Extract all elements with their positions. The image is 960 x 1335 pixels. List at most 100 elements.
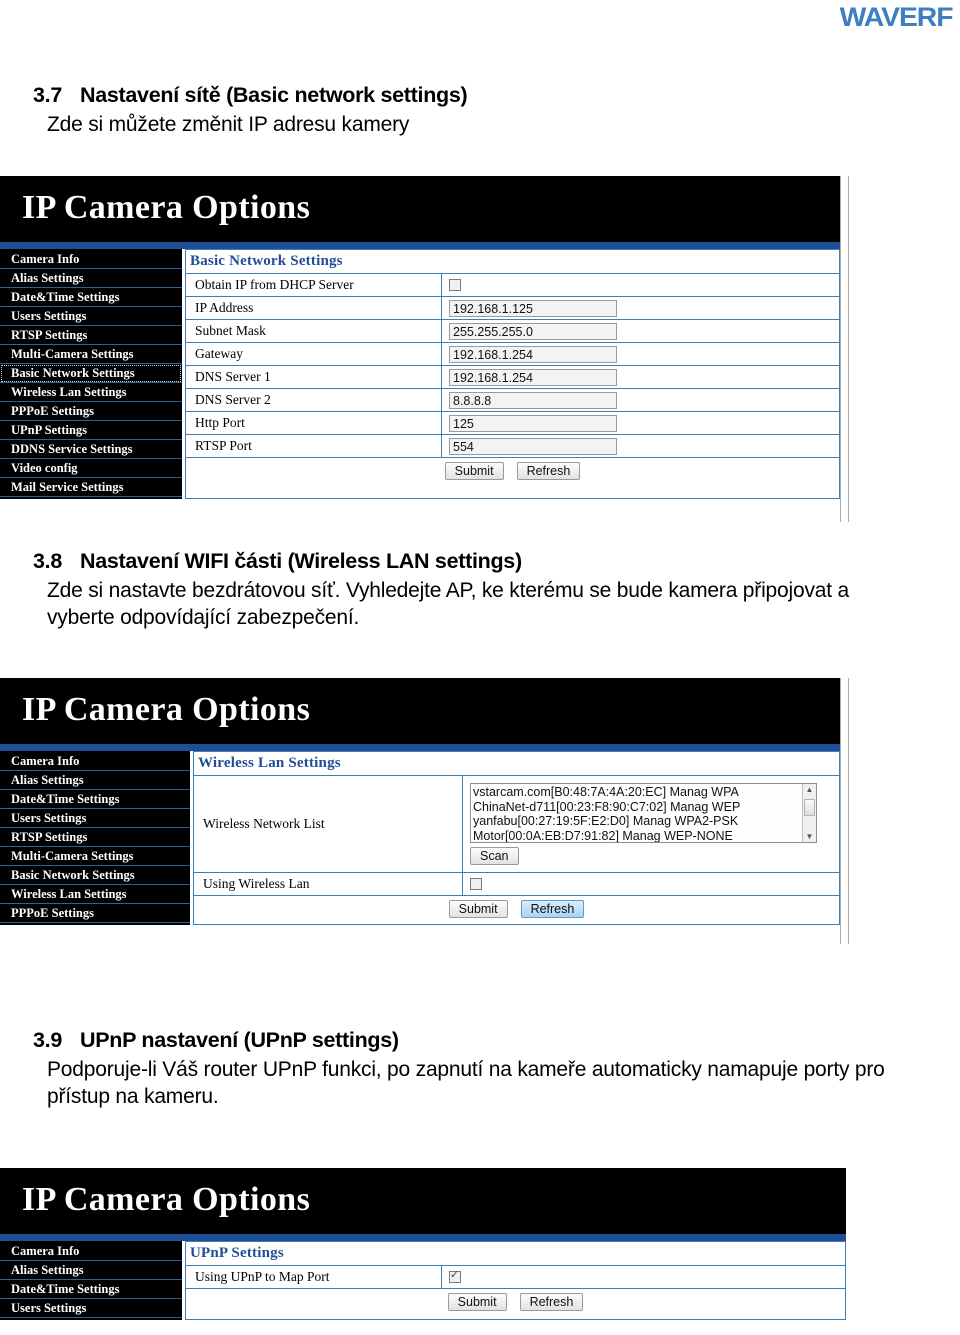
sidebar-item-users-settings[interactable]: Users Settings [0,307,182,326]
value-wireless-network-list: vstarcam.com[B0:48:7A:4A:20:EC] Manag WP… [463,776,839,872]
input-rtsp-port[interactable]: 554 [449,437,617,455]
panel1-body: Camera Info Alias Settings Date&Time Set… [0,249,840,499]
input-ip-address[interactable]: 192.168.1.125 [449,299,617,317]
section-3-7-body: Zde si můžete změnit IP adresu kamery [47,113,410,136]
panel1-window-scrollbar[interactable] [840,176,849,522]
sidebar-item-upnp-settings[interactable]: UPnP Settings [0,421,182,440]
sidebar-item-wireless-lan-settings[interactable]: Wireless Lan Settings [0,383,182,402]
label-using-upnp-to-map-port: Using UPnP to Map Port [186,1266,442,1288]
section-3-9-title: UPnP nastavení (UPnP settings) [80,1028,399,1052]
value-dns-server-1: 192.168.1.254 [442,366,839,388]
label-using-wireless-lan: Using Wireless Lan [194,873,463,895]
section-3-9-heading: 3.9 UPnP nastavení (UPnP settings) [0,1028,960,1053]
section-3-7-heading: 3.7 Nastavení sítě (Basic network settin… [0,83,960,108]
panel3-title: IP Camera Options [22,1181,311,1219]
section-3-9-number: 3.9 [33,1028,62,1052]
scrollbar-thumb[interactable] [804,799,815,816]
panel1-content: Basic Network Settings Obtain IP from DH… [185,249,840,499]
sidebar-item-video-config[interactable]: Video config [0,459,182,478]
label-obtain-ip-from-dhcp: Obtain IP from DHCP Server [186,274,442,296]
value-subnet-mask: 255.255.255.0 [442,320,839,342]
form-row-subnet-mask: Subnet Mask 255.255.255.0 [186,320,839,343]
sidebar-item-pppoe-settings[interactable]: PPPoE Settings [0,402,182,421]
label-ip-address: IP Address [186,297,442,319]
form-row-using-upnp-to-map-port: Using UPnP to Map Port [186,1266,845,1289]
sidebar-item-date-time-settings[interactable]: Date&Time Settings [0,1280,182,1299]
form-row-http-port: Http Port 125 [186,412,839,435]
section-3-8: 3.8 Nastavení WIFI části (Wireless LAN s… [0,549,960,631]
waverf-logo: WAVERF [839,2,953,32]
section-3-9-body: Podporuje-li Váš router UPnP funkci, po … [47,1058,885,1108]
wireless-network-listbox[interactable]: vstarcam.com[B0:48:7A:4A:20:EC] Manag WP… [470,783,817,843]
sidebar-item-rtsp-settings[interactable]: RTSP Settings [0,326,182,345]
checkbox-using-wireless-lan[interactable] [470,878,482,890]
sidebar-item-basic-network-settings[interactable]: Basic Network Settings [0,364,182,383]
checkbox-obtain-ip-from-dhcp[interactable] [449,279,461,291]
value-dns-server-2: 8.8.8.8 [442,389,839,411]
sidebar-item-pppoe-settings[interactable]: PPPoE Settings [0,904,190,923]
label-dns-server-1: DNS Server 1 [186,366,442,388]
sidebar-item-users-settings[interactable]: Users Settings [0,1299,182,1318]
panel2-buttons: Submit Refresh [194,896,839,923]
input-http-port[interactable]: 125 [449,414,617,432]
refresh-button[interactable]: Refresh [516,462,581,480]
panel2-title: IP Camera Options [22,691,311,729]
form-row-ip-address: IP Address 192.168.1.125 [186,297,839,320]
panel2-window-scrollbar[interactable] [840,678,849,944]
sidebar-item-date-time-settings[interactable]: Date&Time Settings [0,288,182,307]
submit-button[interactable]: Submit [444,462,504,480]
refresh-button[interactable]: Refresh [520,900,585,918]
submit-button[interactable]: Submit [448,900,508,918]
section-3-7-number: 3.7 [33,83,62,107]
network-list-scrollbar[interactable]: ▲ ▼ [802,784,816,842]
sidebar-item-date-time-settings[interactable]: Date&Time Settings [0,790,190,809]
form-row-wireless-network-list: Wireless Network List vstarcam.com[B0:48… [194,776,839,873]
sidebar-item-basic-network-settings[interactable]: Basic Network Settings [0,866,190,885]
scroll-up-arrow-icon[interactable]: ▲ [806,784,814,795]
ip-camera-options-panel-basic-network: IP Camera Options Camera Info Alias Sett… [0,176,840,499]
scroll-down-arrow-icon[interactable]: ▼ [806,831,814,842]
sidebar-item-ddns-service-settings[interactable]: DDNS Service Settings [0,440,182,459]
submit-button[interactable]: Submit [447,1293,507,1311]
list-item[interactable]: Motor[00:0A:EB:D7:91:82] Manag WEP-NONE [473,829,802,843]
panel1-buttons: Submit Refresh [186,458,839,485]
input-gateway[interactable]: 192.168.1.254 [449,345,617,363]
panel3-accent-bar [0,1234,846,1241]
list-item[interactable]: ChinaNet-d711[00:23:F8:90:C7:02] Manag W… [473,800,802,815]
value-gateway: 192.168.1.254 [442,343,839,365]
sidebar-item-multi-camera-settings[interactable]: Multi-Camera Settings [0,345,182,364]
list-item[interactable]: vstarcam.com[B0:48:7A:4A:20:EC] Manag WP… [473,785,802,800]
input-dns-server-1[interactable]: 192.168.1.254 [449,368,617,386]
sidebar-item-wireless-lan-settings[interactable]: Wireless Lan Settings [0,885,190,904]
panel1-header: IP Camera Options [0,176,840,242]
label-dns-server-2: DNS Server 2 [186,389,442,411]
form-row-dhcp: Obtain IP from DHCP Server [186,274,839,297]
label-gateway: Gateway [186,343,442,365]
panel3-header: IP Camera Options [0,1168,846,1234]
value-ip-address: 192.168.1.125 [442,297,839,319]
ip-camera-options-panel-upnp: IP Camera Options Camera Info Alias Sett… [0,1168,846,1320]
checkbox-using-upnp-to-map-port[interactable] [449,1269,461,1283]
scrollbar-track[interactable] [804,795,815,831]
sidebar-item-users-settings[interactable]: Users Settings [0,809,190,828]
sidebar-item-camera-info[interactable]: Camera Info [0,1242,182,1261]
panel2-header: IP Camera Options [0,678,840,744]
input-subnet-mask[interactable]: 255.255.255.0 [449,322,617,340]
section-3-7-title: Nastavení sítě (Basic network settings) [80,83,468,107]
sidebar-item-multi-camera-settings[interactable]: Multi-Camera Settings [0,847,190,866]
refresh-button[interactable]: Refresh [519,1293,584,1311]
panel1-button-row: Submit Refresh [186,458,839,485]
input-dns-server-2[interactable]: 8.8.8.8 [449,391,617,409]
value-obtain-ip-from-dhcp [442,274,839,296]
list-item[interactable]: yanfabu[00:27:19:5F:E2:D0] Manag WPA2-PS… [473,814,802,829]
sidebar-item-alias-settings[interactable]: Alias Settings [0,269,182,288]
sidebar-item-alias-settings[interactable]: Alias Settings [0,771,190,790]
sidebar-item-camera-info[interactable]: Camera Info [0,752,190,771]
sidebar-item-camera-info[interactable]: Camera Info [0,250,182,269]
scan-button[interactable]: Scan [470,847,519,865]
sidebar-item-mail-service-settings[interactable]: Mail Service Settings [0,478,182,497]
section-3-8-body: Zde si nastavte bezdrátovou síť. Vyhlede… [47,579,849,629]
sidebar-item-rtsp-settings[interactable]: RTSP Settings [0,828,190,847]
label-wireless-network-list: Wireless Network List [194,776,463,872]
sidebar-item-alias-settings[interactable]: Alias Settings [0,1261,182,1280]
